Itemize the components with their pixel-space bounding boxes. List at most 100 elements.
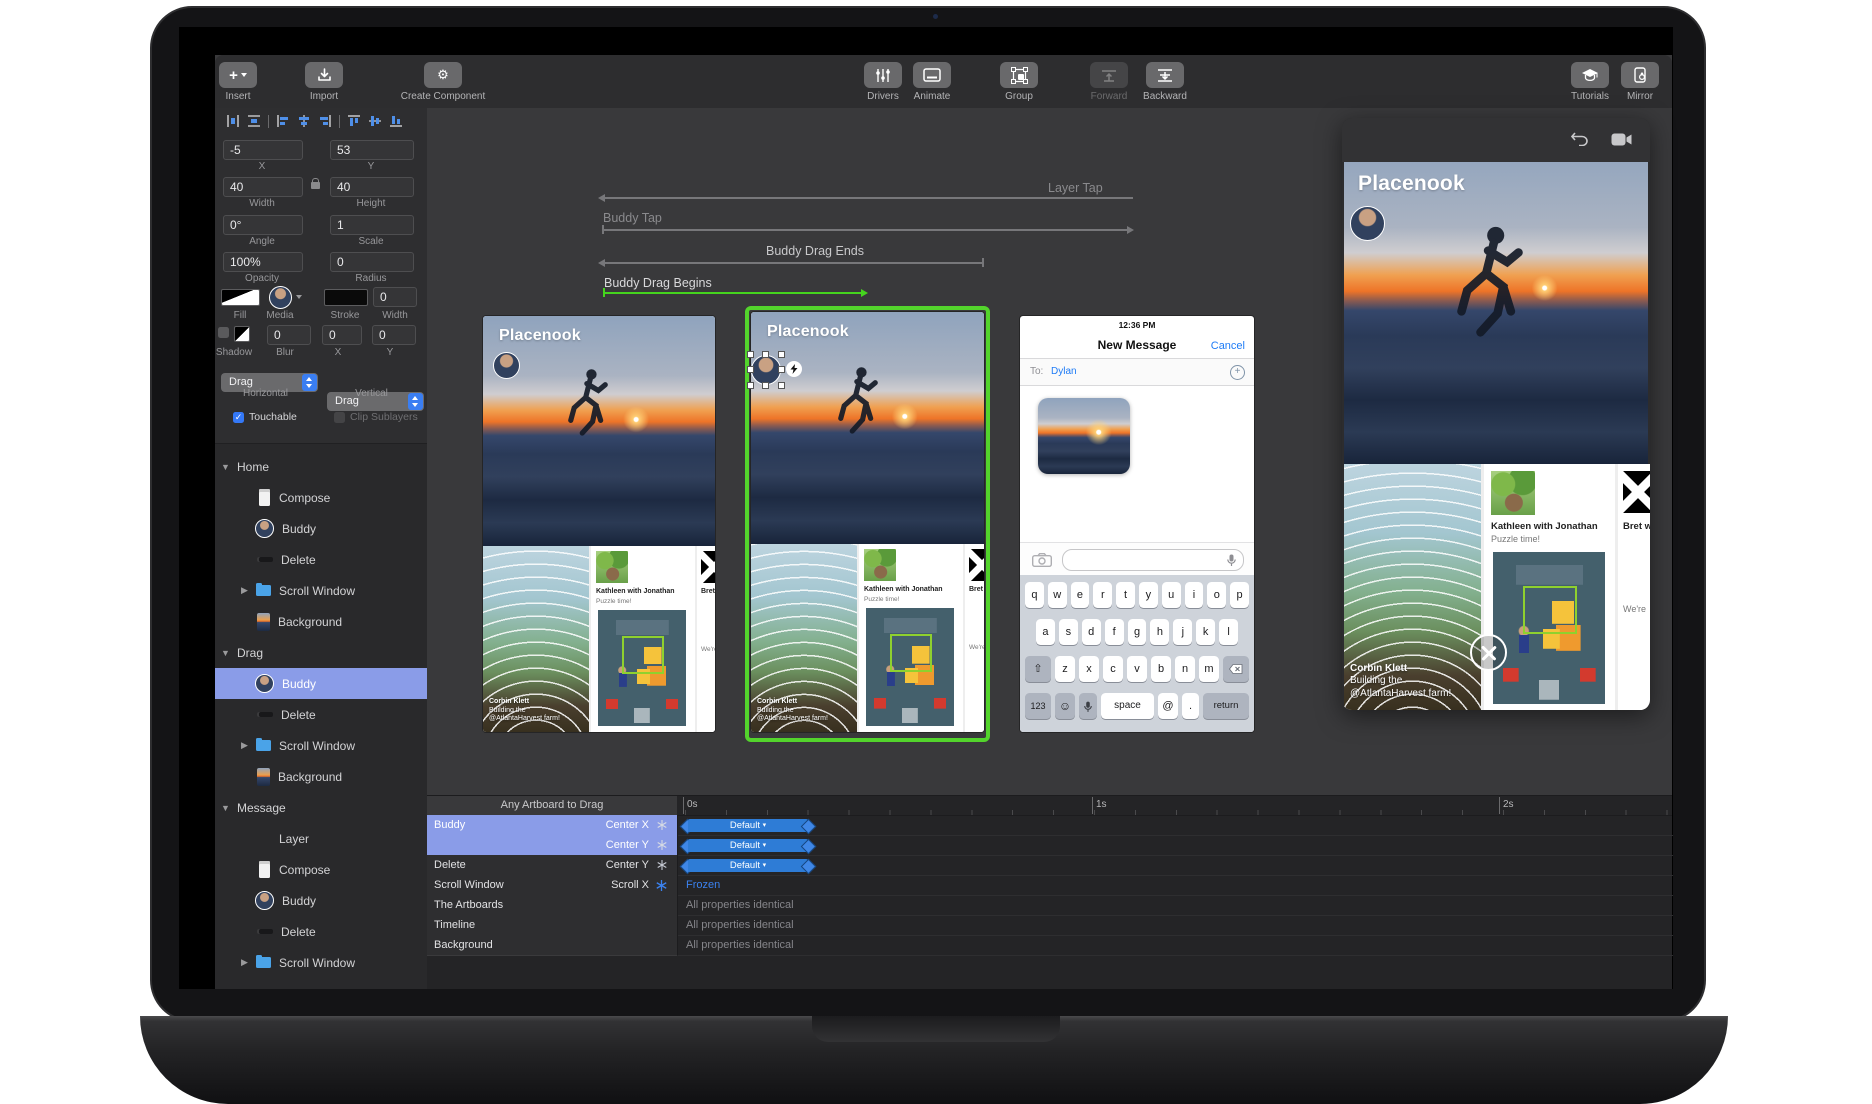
layer-group-message[interactable]: ▼ Message (215, 792, 427, 823)
period-key[interactable]: . (1182, 693, 1199, 719)
keyframe-value[interactable]: Default ▾ (688, 819, 808, 832)
fill-swatch[interactable] (221, 289, 260, 306)
layer-layer[interactable]: Layer (215, 823, 427, 854)
freeze-icon[interactable] (657, 860, 667, 870)
layer-group-drag[interactable]: ▼ Drag (215, 637, 427, 668)
key-h[interactable]: h (1150, 619, 1169, 645)
keyframe-bar[interactable]: Default ▾ (682, 819, 814, 832)
key-b[interactable]: b (1151, 656, 1171, 682)
selection-handle[interactable] (778, 351, 785, 358)
layer-compose[interactable]: Compose (215, 854, 427, 885)
layer-buddy[interactable]: Buddy (215, 513, 427, 544)
layer-background[interactable]: Background (215, 761, 427, 792)
dragged-buddy-selection[interactable] (747, 351, 785, 389)
x-field[interactable]: -5 (223, 140, 303, 160)
timeline-row-the-artboards[interactable]: The Artboards All properties identical (427, 895, 1672, 915)
selection-handle[interactable] (762, 382, 769, 389)
row-name-cell[interactable]: The Artboards (427, 895, 677, 916)
artboard-message[interactable]: 12:36 PM New Message Cancel To: Dylan + … (1020, 316, 1254, 732)
row-name-cell[interactable]: Scroll Window Scroll X (427, 875, 677, 896)
keyframe-value[interactable]: Default ▾ (688, 859, 808, 872)
distribute-vertical-icon[interactable] (247, 114, 261, 128)
timeline-interaction-header[interactable]: Any Artboard to Drag (427, 796, 677, 816)
create-component-button[interactable]: ⚙ (424, 62, 462, 88)
keyframe-value[interactable]: Default ▾ (688, 839, 808, 852)
kathleen-card[interactable]: Kathleen with Jonathan Puzzle time! (857, 544, 963, 732)
photo-attachment[interactable] (1038, 398, 1130, 474)
timeline-row-background[interactable]: Background All properties identical (427, 935, 1672, 955)
width-field[interactable]: 40 (223, 177, 303, 197)
row-track[interactable]: Frozen (677, 875, 1673, 896)
row-name-cell[interactable]: Timeline (427, 915, 677, 936)
height-field[interactable]: 40 (330, 177, 414, 197)
disclosure-right-icon[interactable]: ▶ (241, 585, 251, 596)
row-name-cell[interactable]: Delete Center Y (427, 855, 677, 876)
key-z[interactable]: z (1055, 656, 1075, 682)
buddy-avatar[interactable] (493, 352, 520, 379)
radius-field[interactable]: 0 (330, 252, 414, 272)
lock-aspect-icon[interactable] (311, 182, 320, 189)
layer-delete[interactable]: Delete (215, 699, 427, 730)
media-thumbnail[interactable] (269, 286, 292, 309)
selection-handle[interactable] (778, 366, 785, 373)
key-x[interactable]: x (1079, 656, 1099, 682)
key-l[interactable]: l (1219, 619, 1238, 645)
opacity-field[interactable]: 100% (223, 252, 303, 272)
buddy-avatar[interactable] (1350, 206, 1385, 241)
distribute-horizontal-icon[interactable] (226, 114, 240, 128)
row-track[interactable]: All properties identical (677, 895, 1673, 916)
kathleen-card[interactable]: Kathleen with Jonathan Puzzle time! (589, 546, 695, 732)
key-r[interactable]: r (1093, 582, 1112, 608)
layer-buddy[interactable]: Buddy (215, 885, 427, 916)
scroll-window[interactable]: Corbin Klett Building the @AtlantaHarves… (1344, 464, 1648, 710)
selection-handle[interactable] (747, 366, 754, 373)
timeline-row-delete-center-y[interactable]: Delete Center Y Default ▾ (427, 855, 1672, 875)
row-track[interactable]: Default ▾ (677, 855, 1673, 876)
backward-button[interactable] (1146, 62, 1184, 88)
blur-field[interactable]: 0 (267, 325, 311, 345)
artboard-drag[interactable]: Placenook Corbin Klett Building the @Atl… (751, 312, 984, 732)
corbin-card[interactable]: Corbin Klett Building the @AtlantaHarves… (751, 544, 857, 732)
bret-card[interactable]: Bret w We're (695, 546, 715, 732)
undo-icon[interactable] (1571, 132, 1588, 146)
timeline-row-buddy-center-y[interactable]: Center Y Default ▾ (427, 835, 1672, 855)
timeline-row-scroll-window[interactable]: Scroll Window Scroll X Frozen (427, 875, 1672, 895)
disclosure-right-icon[interactable]: ▶ (241, 957, 251, 968)
numbers-key[interactable]: 123 (1025, 693, 1051, 719)
mirror-button[interactable] (1621, 62, 1659, 88)
stroke-width-field[interactable]: 0 (373, 287, 417, 307)
timeline-row-timeline[interactable]: Timeline All properties identical (427, 915, 1672, 935)
align-right-icon[interactable] (318, 114, 332, 128)
angle-field[interactable]: 0° (223, 215, 303, 235)
align-top-icon[interactable] (347, 114, 361, 128)
key-m[interactable]: m (1199, 656, 1219, 682)
delete-drop-target[interactable] (1470, 634, 1507, 671)
key-p[interactable]: p (1230, 582, 1249, 608)
stroke-swatch[interactable] (324, 289, 368, 306)
key-d[interactable]: d (1082, 619, 1101, 645)
key-n[interactable]: n (1175, 656, 1195, 682)
layer-background[interactable]: Background (215, 606, 427, 637)
corbin-card[interactable]: Corbin Klett Building the @AtlantaHarves… (1344, 464, 1481, 710)
key-v[interactable]: v (1127, 656, 1147, 682)
cancel-button[interactable]: Cancel (1211, 340, 1245, 352)
key-u[interactable]: u (1162, 582, 1181, 608)
align-left-icon[interactable] (276, 114, 290, 128)
forward-button[interactable] (1090, 62, 1128, 88)
key-t[interactable]: t (1116, 582, 1135, 608)
selection-handle[interactable] (762, 351, 769, 358)
align-center-vertical-icon[interactable] (368, 114, 382, 128)
key-e[interactable]: e (1071, 582, 1090, 608)
shadow-color-swatch[interactable] (234, 326, 250, 342)
layer-scroll-window[interactable]: ▶ Scroll Window (215, 947, 427, 978)
key-s[interactable]: s (1059, 619, 1078, 645)
align-center-horizontal-icon[interactable] (297, 114, 311, 128)
clip-sublayers-checkbox[interactable] (334, 412, 345, 423)
freeze-icon[interactable] (656, 880, 667, 891)
scroll-window[interactable]: Corbin Klett Building the @AtlantaHarves… (483, 546, 715, 732)
space-key[interactable]: space (1101, 693, 1154, 719)
y-field[interactable]: 53 (330, 140, 414, 160)
drivers-button[interactable] (864, 62, 902, 88)
row-track[interactable]: Default ▾ (677, 835, 1673, 856)
align-bottom-icon[interactable] (389, 114, 403, 128)
